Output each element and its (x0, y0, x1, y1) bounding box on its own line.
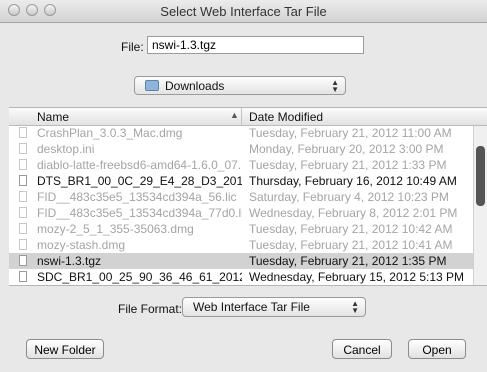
file-icon (19, 159, 27, 170)
file-row[interactable]: diablo-latte-freebsd6-amd64-1.6.0_07... … (9, 157, 473, 173)
file-name: mozy-stash.dmg (37, 238, 126, 252)
cancel-button[interactable]: Cancel (332, 339, 392, 359)
column-header: Name ▲ Date Modified (9, 108, 487, 126)
sort-ascending-icon: ▲ (230, 110, 239, 120)
file-name: desktop.ini (37, 142, 95, 156)
file-name: DTS_BR1_00_0C_29_E4_28_D3_2012-0... (37, 174, 242, 188)
file-name: FID__483c35e5_13534cd394a_56.lic (37, 190, 237, 204)
file-label: File: (121, 40, 144, 54)
file-format-label: File Format: (118, 302, 183, 316)
file-date: Tuesday, February 21, 2012 1:35 PM (249, 254, 447, 268)
file-date: Monday, February 20, 2012 3:00 PM (249, 142, 444, 156)
file-date: Tuesday, February 21, 2012 1:33 PM (249, 158, 447, 172)
file-icon (19, 271, 27, 282)
column-name-header[interactable]: Name (37, 110, 69, 124)
popup-arrows-icon: ▲ ▼ (331, 78, 339, 94)
file-icon (19, 191, 27, 202)
file-icon (19, 223, 27, 234)
file-icon (19, 175, 27, 186)
vertical-scrollbar[interactable] (473, 126, 487, 285)
column-date-header[interactable]: Date Modified (249, 110, 323, 124)
file-row[interactable]: FID__483c35e5_13534cd394a_56.lic Saturda… (9, 189, 473, 205)
file-date: Tuesday, February 21, 2012 10:42 AM (249, 222, 453, 236)
file-row[interactable]: DTS_BR1_00_0C_29_E4_28_D3_2012-0... Thur… (9, 173, 473, 189)
file-row-selected[interactable]: nswi-1.3.tgz Tuesday, February 21, 2012 … (9, 253, 473, 269)
new-folder-button[interactable]: New Folder (26, 339, 104, 359)
open-button[interactable]: Open (408, 339, 466, 359)
column-divider (241, 108, 242, 125)
file-row[interactable]: mozy-2_5_1_355-35063.dmg Tuesday, Februa… (9, 221, 473, 237)
file-row[interactable]: FID__483c35e5_13534cd394a_77d0.lic Wedne… (9, 205, 473, 221)
file-name: CrashPlan_3.0.3_Mac.dmg (37, 126, 183, 140)
popup-arrows-icon: ▲ ▼ (351, 299, 359, 315)
file-date: Wednesday, February 8, 2012 2:01 PM (249, 206, 458, 220)
file-date: Saturday, February 4, 2012 10:23 PM (249, 190, 449, 204)
file-date: Thursday, February 16, 2012 10:49 AM (249, 174, 457, 188)
file-name: diablo-latte-freebsd6-amd64-1.6.0_07... (37, 158, 242, 172)
file-icon (19, 127, 27, 138)
file-name-input[interactable] (147, 36, 364, 54)
file-row[interactable]: SDC_BR1_00_25_90_36_46_61_2012-0... Wedn… (9, 269, 473, 285)
file-browser[interactable]: Name ▲ Date Modified CrashPlan_3.0.3_Mac… (9, 107, 487, 286)
file-icon (19, 143, 27, 154)
scrollbar-thumb[interactable] (476, 146, 485, 206)
file-format-popup[interactable]: Web Interface Tar File ▲ ▼ (182, 297, 366, 317)
folder-icon (145, 80, 159, 91)
file-format-selected: Web Interface Tar File (193, 300, 310, 314)
file-icon (19, 239, 27, 250)
title-bar: Select Web Interface Tar File (0, 0, 487, 23)
window-title: Select Web Interface Tar File (160, 4, 327, 19)
file-row[interactable]: desktop.ini Monday, February 20, 2012 3:… (9, 141, 473, 157)
file-name: SDC_BR1_00_25_90_36_46_61_2012-0... (37, 270, 242, 284)
file-name: nswi-1.3.tgz (37, 254, 102, 268)
location-popup[interactable]: Downloads ▲ ▼ (134, 76, 346, 95)
location-selected: Downloads (165, 79, 225, 93)
file-name: FID__483c35e5_13534cd394a_77d0.lic (37, 206, 242, 220)
file-icon (19, 207, 27, 218)
file-date: Wednesday, February 15, 2012 5:13 PM (249, 270, 465, 284)
file-name: mozy-2_5_1_355-35063.dmg (37, 222, 194, 236)
file-date: Tuesday, February 21, 2012 10:41 AM (249, 238, 453, 252)
file-date: Tuesday, February 21, 2012 11:00 AM (249, 126, 452, 140)
file-icon (19, 255, 27, 266)
file-row[interactable]: CrashPlan_3.0.3_Mac.dmg Tuesday, Februar… (9, 125, 473, 141)
file-row[interactable]: mozy-stash.dmg Tuesday, February 21, 201… (9, 237, 473, 253)
